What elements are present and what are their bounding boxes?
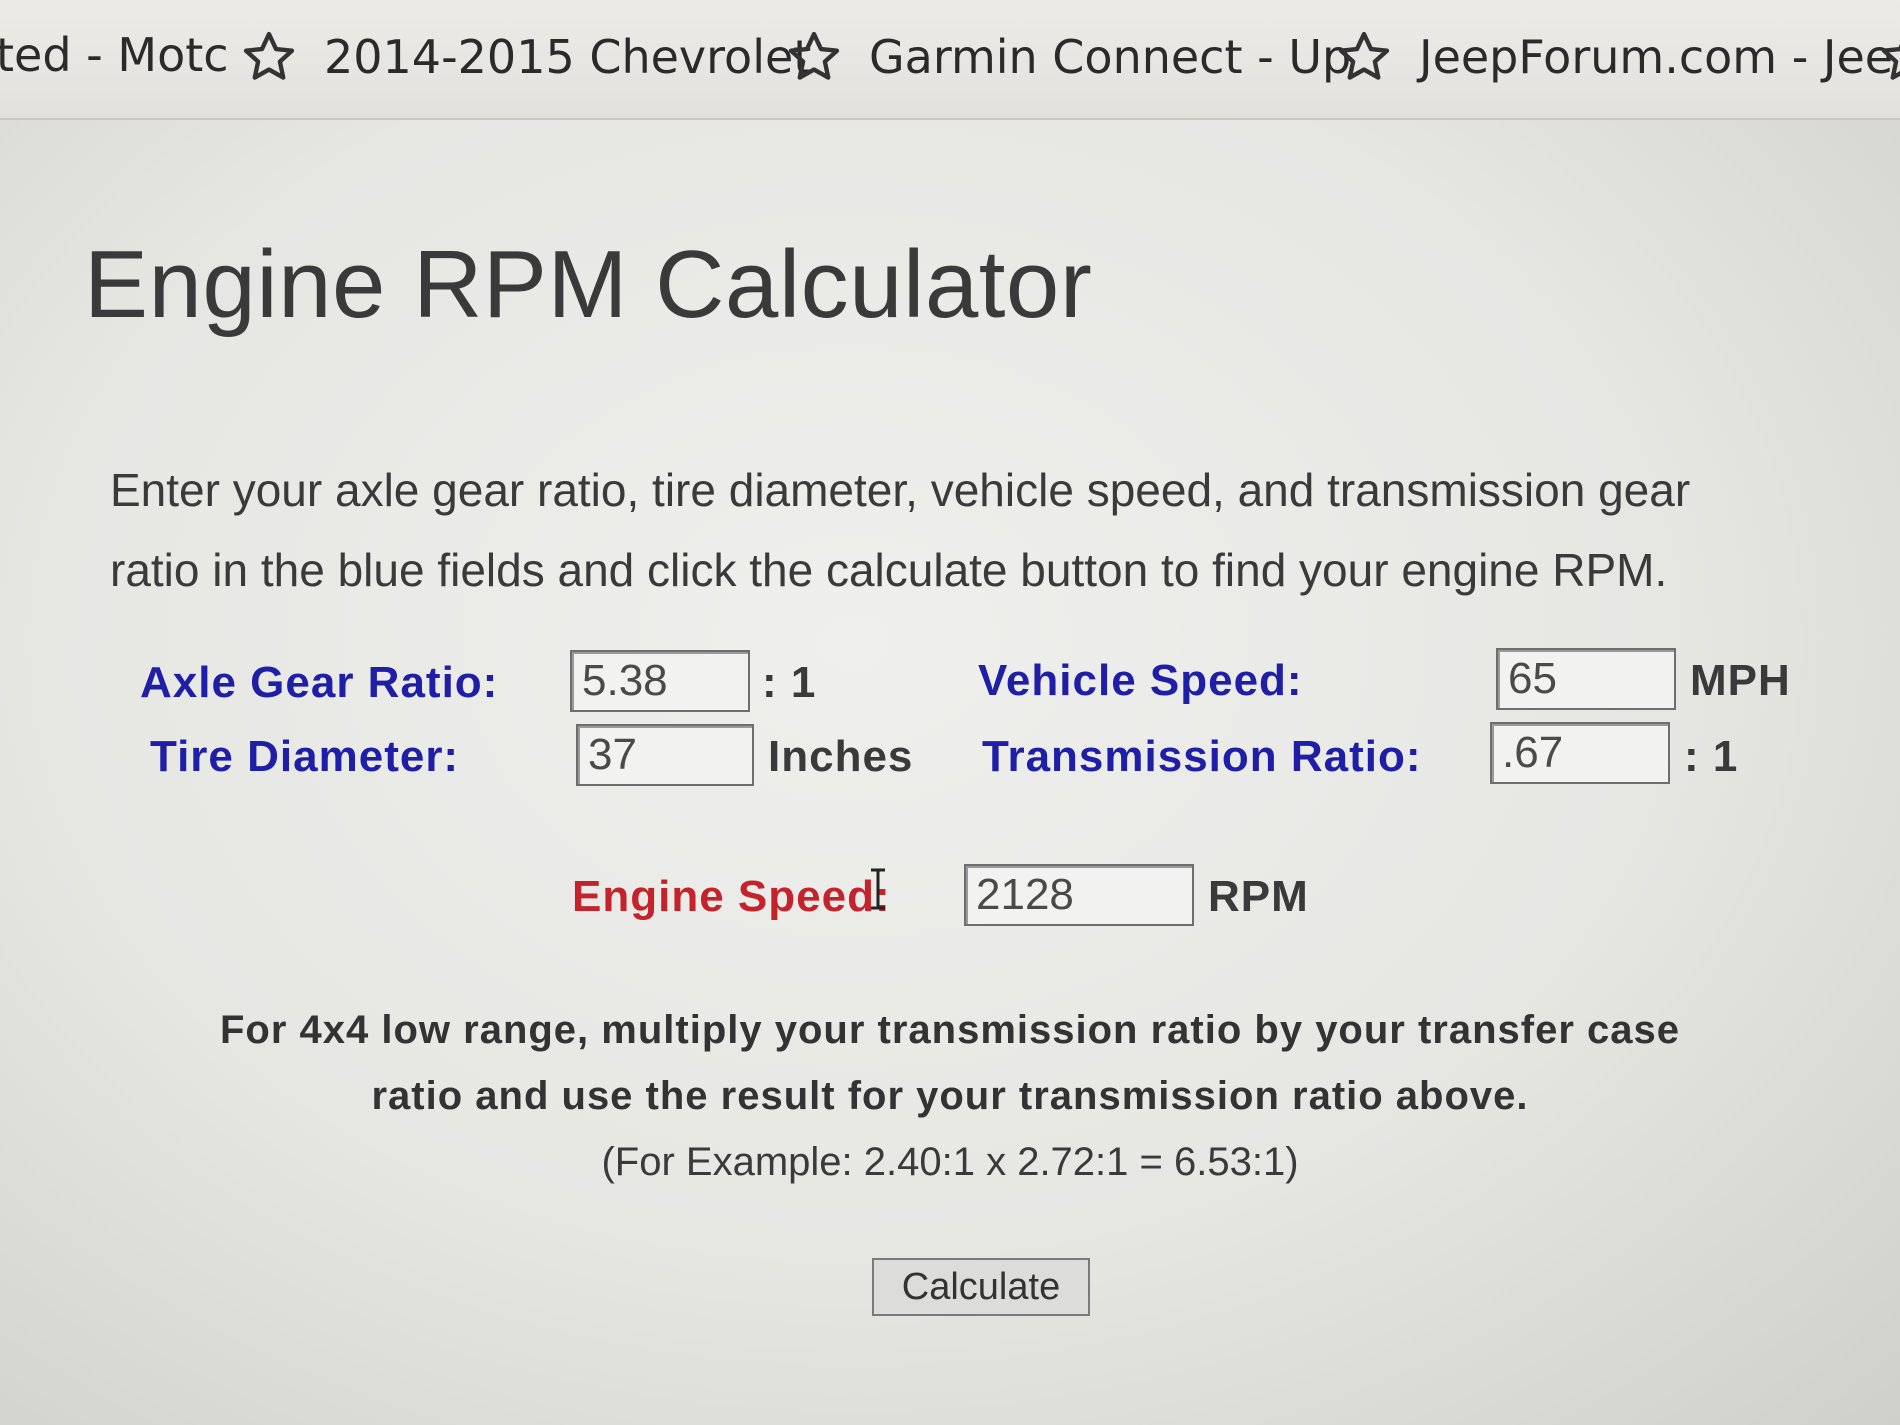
transmission-ratio-input[interactable]	[1490, 722, 1670, 784]
intro-line: Enter your axle gear ratio, tire diamete…	[110, 464, 1691, 516]
vehicle-speed-label: Vehicle Speed:	[978, 656, 1303, 705]
page-title: Engine RPM Calculator	[84, 231, 1093, 338]
bookmark-label: 2014-2015 Chevrolet	[324, 30, 812, 84]
bookmark-label: JeepForum.com - Jee	[1419, 30, 1894, 84]
bookmark-item[interactable]: Garmin Connect - Up	[785, 28, 1351, 86]
star-icon	[1878, 28, 1900, 86]
bookmarks-bar: ted - Motc 2014-2015 Chevrolet Garmin Co…	[0, 0, 1900, 120]
calculate-button[interactable]: Calculate	[872, 1258, 1090, 1316]
bookmark-label: ted - Motc	[0, 28, 229, 82]
transmission-ratio-label: Transmission Ratio:	[982, 732, 1422, 781]
axle-gear-ratio-label: Axle Gear Ratio:	[140, 658, 499, 707]
tire-diameter-unit: Inches	[768, 732, 914, 781]
intro-line: ratio in the blue fields and click the c…	[110, 544, 1668, 596]
transmission-ratio-unit: : 1	[1684, 732, 1739, 781]
tire-diameter-label: Tire Diameter:	[150, 732, 460, 781]
star-icon	[785, 28, 843, 86]
bookmark-item[interactable]: 2014-2015 Chevrolet	[240, 28, 811, 86]
engine-speed-unit: RPM	[1208, 872, 1309, 921]
bookmark-item[interactable]	[1878, 28, 1900, 86]
axle-ratio-unit: : 1	[762, 658, 817, 707]
star-icon	[240, 28, 298, 86]
bookmark-item[interactable]: ted - Motc	[0, 28, 229, 82]
bookmark-label: Garmin Connect - Up	[869, 30, 1352, 84]
page-content: Engine RPM Calculator Enter your axle ge…	[0, 120, 1900, 1425]
star-icon	[1335, 28, 1393, 86]
tire-diameter-input[interactable]	[576, 724, 754, 786]
engine-speed-output[interactable]	[964, 864, 1194, 926]
example-text: (For Example: 2.40:1 x 2.72:1 = 6.53:1)	[601, 1140, 1299, 1184]
low-range-note: ratio and use the result for your transm…	[371, 1074, 1529, 1118]
bookmark-item[interactable]: JeepForum.com - Jee	[1335, 28, 1893, 86]
axle-gear-ratio-input[interactable]	[570, 650, 750, 712]
text-cursor-icon	[868, 868, 888, 910]
vehicle-speed-input[interactable]	[1496, 648, 1676, 710]
vehicle-speed-unit: MPH	[1690, 656, 1791, 705]
intro-text: Enter your axle gear ratio, tire diamete…	[110, 450, 1830, 610]
engine-speed-label: Engine Speed:	[572, 872, 891, 921]
low-range-note: For 4x4 low range, multiply your transmi…	[219, 1008, 1681, 1052]
